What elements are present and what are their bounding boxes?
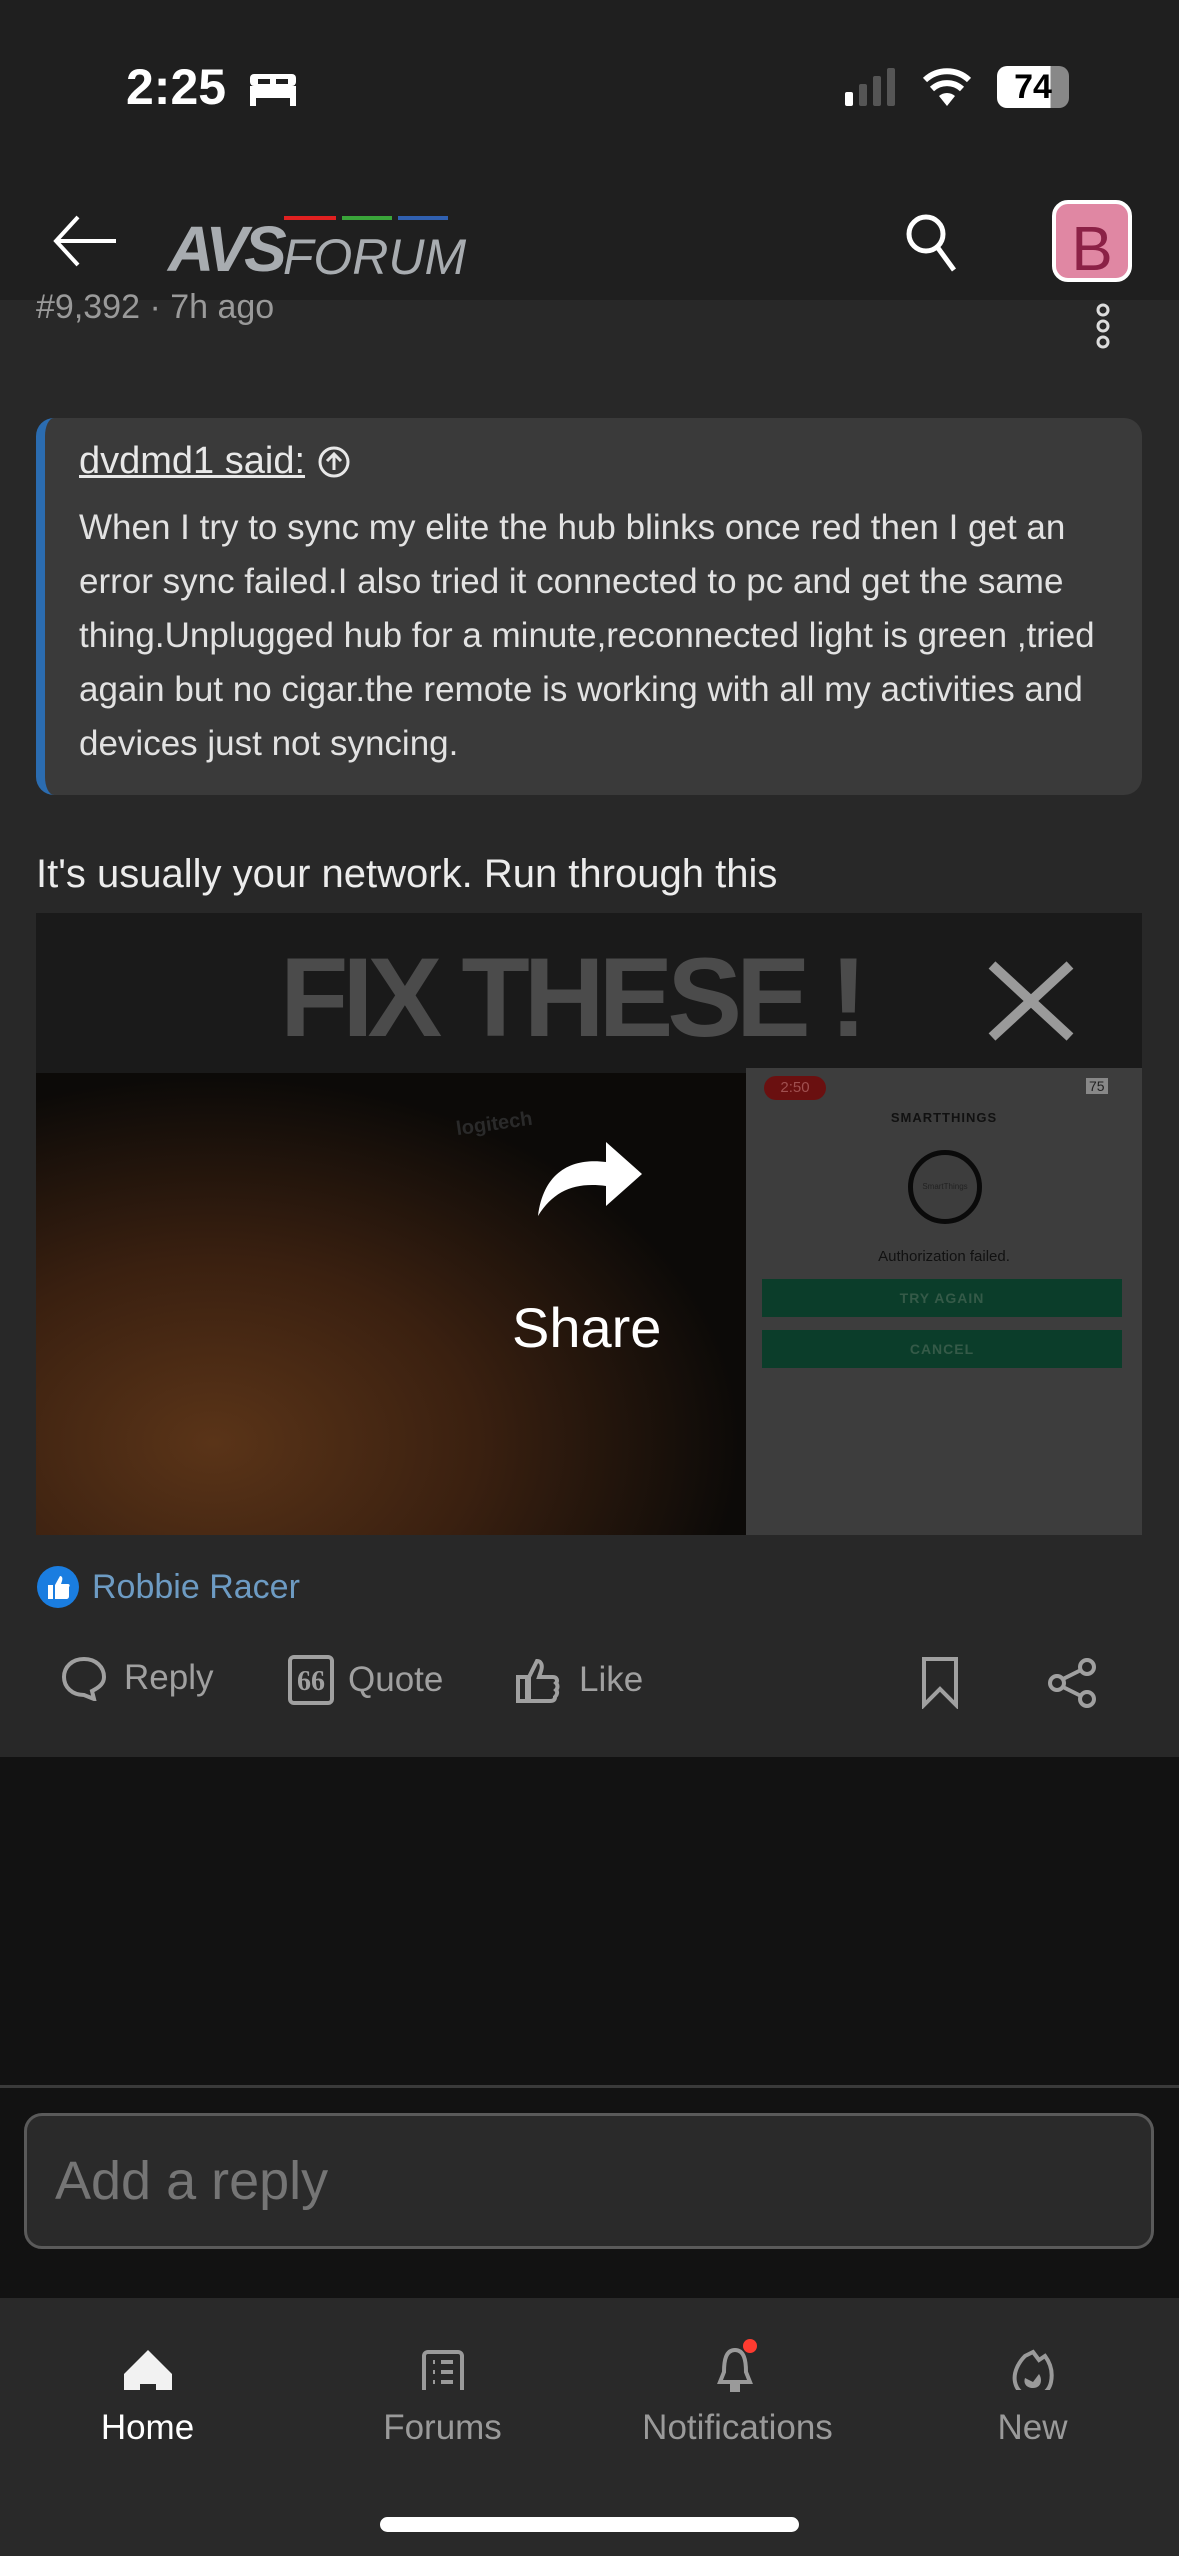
quote-label: Quote (348, 1660, 444, 1699)
tab-label: Home (100, 2408, 195, 2447)
quote-text: When I try to sync my elite the hub blin… (79, 508, 1095, 763)
phone-app-title: SMARTTHINGS (890, 1110, 998, 1125)
tab-home[interactable]: Home (0, 2298, 295, 2448)
svg-text:66: 66 (297, 1666, 325, 1697)
tab-label: New (997, 2408, 1068, 2447)
tab-label: Notifications (642, 2408, 833, 2447)
status-time: 2:25 (126, 59, 227, 115)
forums-icon (421, 2350, 464, 2390)
smartthings-logo: SmartThings (908, 1150, 982, 1224)
notification-badge (742, 2339, 757, 2353)
search-icon[interactable] (902, 210, 962, 276)
flame-icon (1012, 2349, 1054, 2390)
avsforum-logo[interactable]: AVS FORUM (168, 206, 466, 286)
tab-notifications[interactable]: Notifications (590, 2298, 885, 2448)
tab-label: Forums (383, 2408, 502, 2447)
like-label: Like (579, 1660, 644, 1699)
divider (0, 2085, 1179, 2088)
video-thumbnail[interactable]: FIX THESE ! logitech 2:50 75 SMARTTHINGS… (36, 913, 1142, 1535)
bed-icon (250, 74, 296, 106)
share-arrow-icon (538, 1142, 642, 1216)
more-options-icon[interactable] (1092, 302, 1114, 350)
like-button[interactable]: Like (515, 1655, 643, 1705)
phone-error: Authorization failed. (878, 1248, 1010, 1265)
post-meta: #9,392 · 7h ago (36, 288, 275, 326)
phone-battery: 75 (1086, 1078, 1108, 1094)
share-label: Share (512, 1296, 662, 1359)
back-arrow-icon[interactable] (50, 212, 120, 270)
bell-icon (716, 2339, 757, 2392)
arrow-up-circle-icon (318, 446, 350, 477)
phone-try-again: TRY AGAIN (762, 1279, 1122, 1317)
signal-icon (845, 68, 895, 106)
close-x-icon (988, 961, 1074, 1041)
quote-author: dvdmd1 said: (79, 440, 306, 482)
liked-by-name[interactable]: Robbie Racer (92, 1568, 300, 1607)
status-bar: 2:25 74 (0, 0, 1179, 190)
quote-author-link[interactable]: dvdmd1 said: (79, 440, 1110, 483)
home-indicator[interactable] (380, 2517, 799, 2532)
app-header: AVS FORUM B (0, 190, 1179, 300)
wifi-icon (922, 68, 972, 106)
share-icon[interactable] (1045, 1657, 1101, 1709)
tab-forums[interactable]: Forums (295, 2298, 590, 2448)
bookmark-icon[interactable] (920, 1657, 960, 1709)
quote-icon: 66 (288, 1655, 334, 1705)
avatar[interactable]: B (1052, 200, 1132, 284)
post-text: It's usually your network. Run through t… (36, 852, 778, 896)
home-icon (123, 2350, 172, 2390)
quote-button[interactable]: 66 Quote (288, 1655, 443, 1705)
thumbnail-title: FIX THESE ! (280, 935, 867, 1060)
reply-input[interactable] (24, 2113, 1154, 2249)
thumbnail-phone-screen: 2:50 75 SMARTTHINGS SmartThings Authoriz… (746, 1068, 1142, 1535)
like-reaction-icon (37, 1566, 79, 1608)
speech-bubble-icon (61, 1656, 107, 1701)
reply-label: Reply (124, 1658, 214, 1697)
quote-block: dvdmd1 said: When I try to sync my elite… (36, 418, 1142, 795)
thumbs-up-icon (516, 1658, 560, 1703)
reply-button[interactable]: Reply (60, 1655, 213, 1701)
likes-row[interactable]: Robbie Racer (36, 1565, 300, 1609)
phone-time: 2:50 (764, 1076, 826, 1100)
phone-cancel: CANCEL (762, 1330, 1122, 1368)
post-actions: Reply 66 Quote Like (60, 1655, 1130, 1715)
tab-new[interactable]: New (885, 2298, 1179, 2448)
battery-icon: 74 (997, 66, 1069, 108)
